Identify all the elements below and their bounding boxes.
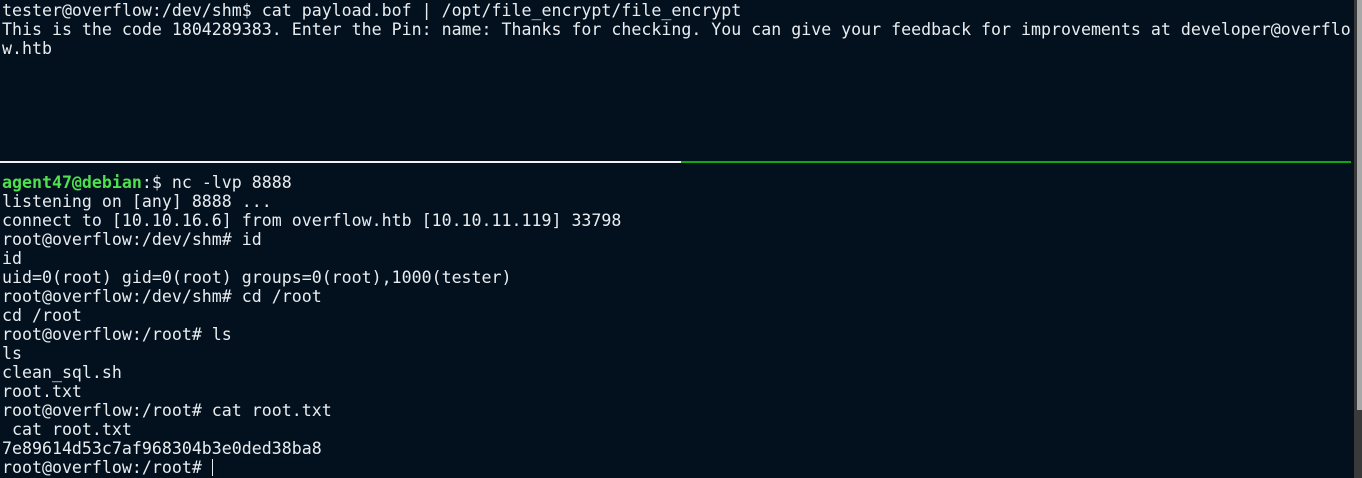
terminal-line: 7e89614d53c7af968304b3e0ded38ba8: [2, 439, 322, 458]
terminal-line: root@overflow:/dev/shm# id: [2, 230, 262, 249]
bottom-terminal-pane[interactable]: agent47@debian:$ nc -lvp 8888 listening o…: [2, 173, 621, 477]
terminal-line: tester@overflow:/dev/shm$ cat payload.bo…: [2, 1, 742, 20]
terminal-line: root@overflow:/root# cat root.txt: [2, 401, 332, 420]
terminal-line: This is the code 1804289383. Enter the P…: [2, 20, 1351, 58]
text-cursor: [211, 459, 213, 476]
terminal-line: clean_sql.sh: [2, 363, 122, 382]
scrollbar-thumb[interactable]: [1357, 0, 1362, 410]
terminal-line: listening on [any] 8888 ...: [2, 192, 272, 211]
prompt-command: :$ nc -lvp 8888: [141, 173, 292, 192]
terminal-line: root.txt: [2, 382, 82, 401]
pane-divider-active[interactable]: [681, 161, 1351, 163]
terminal-line: id: [2, 249, 22, 268]
terminal-line: connect to [10.10.16.6] from overflow.ht…: [2, 211, 622, 230]
terminal-line: ls: [2, 344, 22, 363]
terminal-current-prompt[interactable]: root@overflow:/root#: [2, 458, 621, 477]
terminal-line: cd /root: [2, 306, 82, 325]
terminal-line: cat root.txt: [2, 420, 132, 439]
current-prompt: root@overflow:/root#: [2, 458, 212, 477]
prompt-user: agent47@debian: [2, 173, 142, 192]
terminal-line: root@overflow:/dev/shm# cd /root: [2, 287, 322, 306]
terminal-line: uid=0(root) gid=0(root) groups=0(root),1…: [2, 268, 512, 287]
pane-divider-inactive[interactable]: [0, 161, 681, 163]
top-terminal-pane[interactable]: tester@overflow:/dev/shm$ cat payload.bo…: [2, 1, 1352, 58]
terminal-prompt-line: agent47@debian:$ nc -lvp 8888: [2, 173, 621, 192]
terminal-line: root@overflow:/root# ls: [2, 325, 232, 344]
